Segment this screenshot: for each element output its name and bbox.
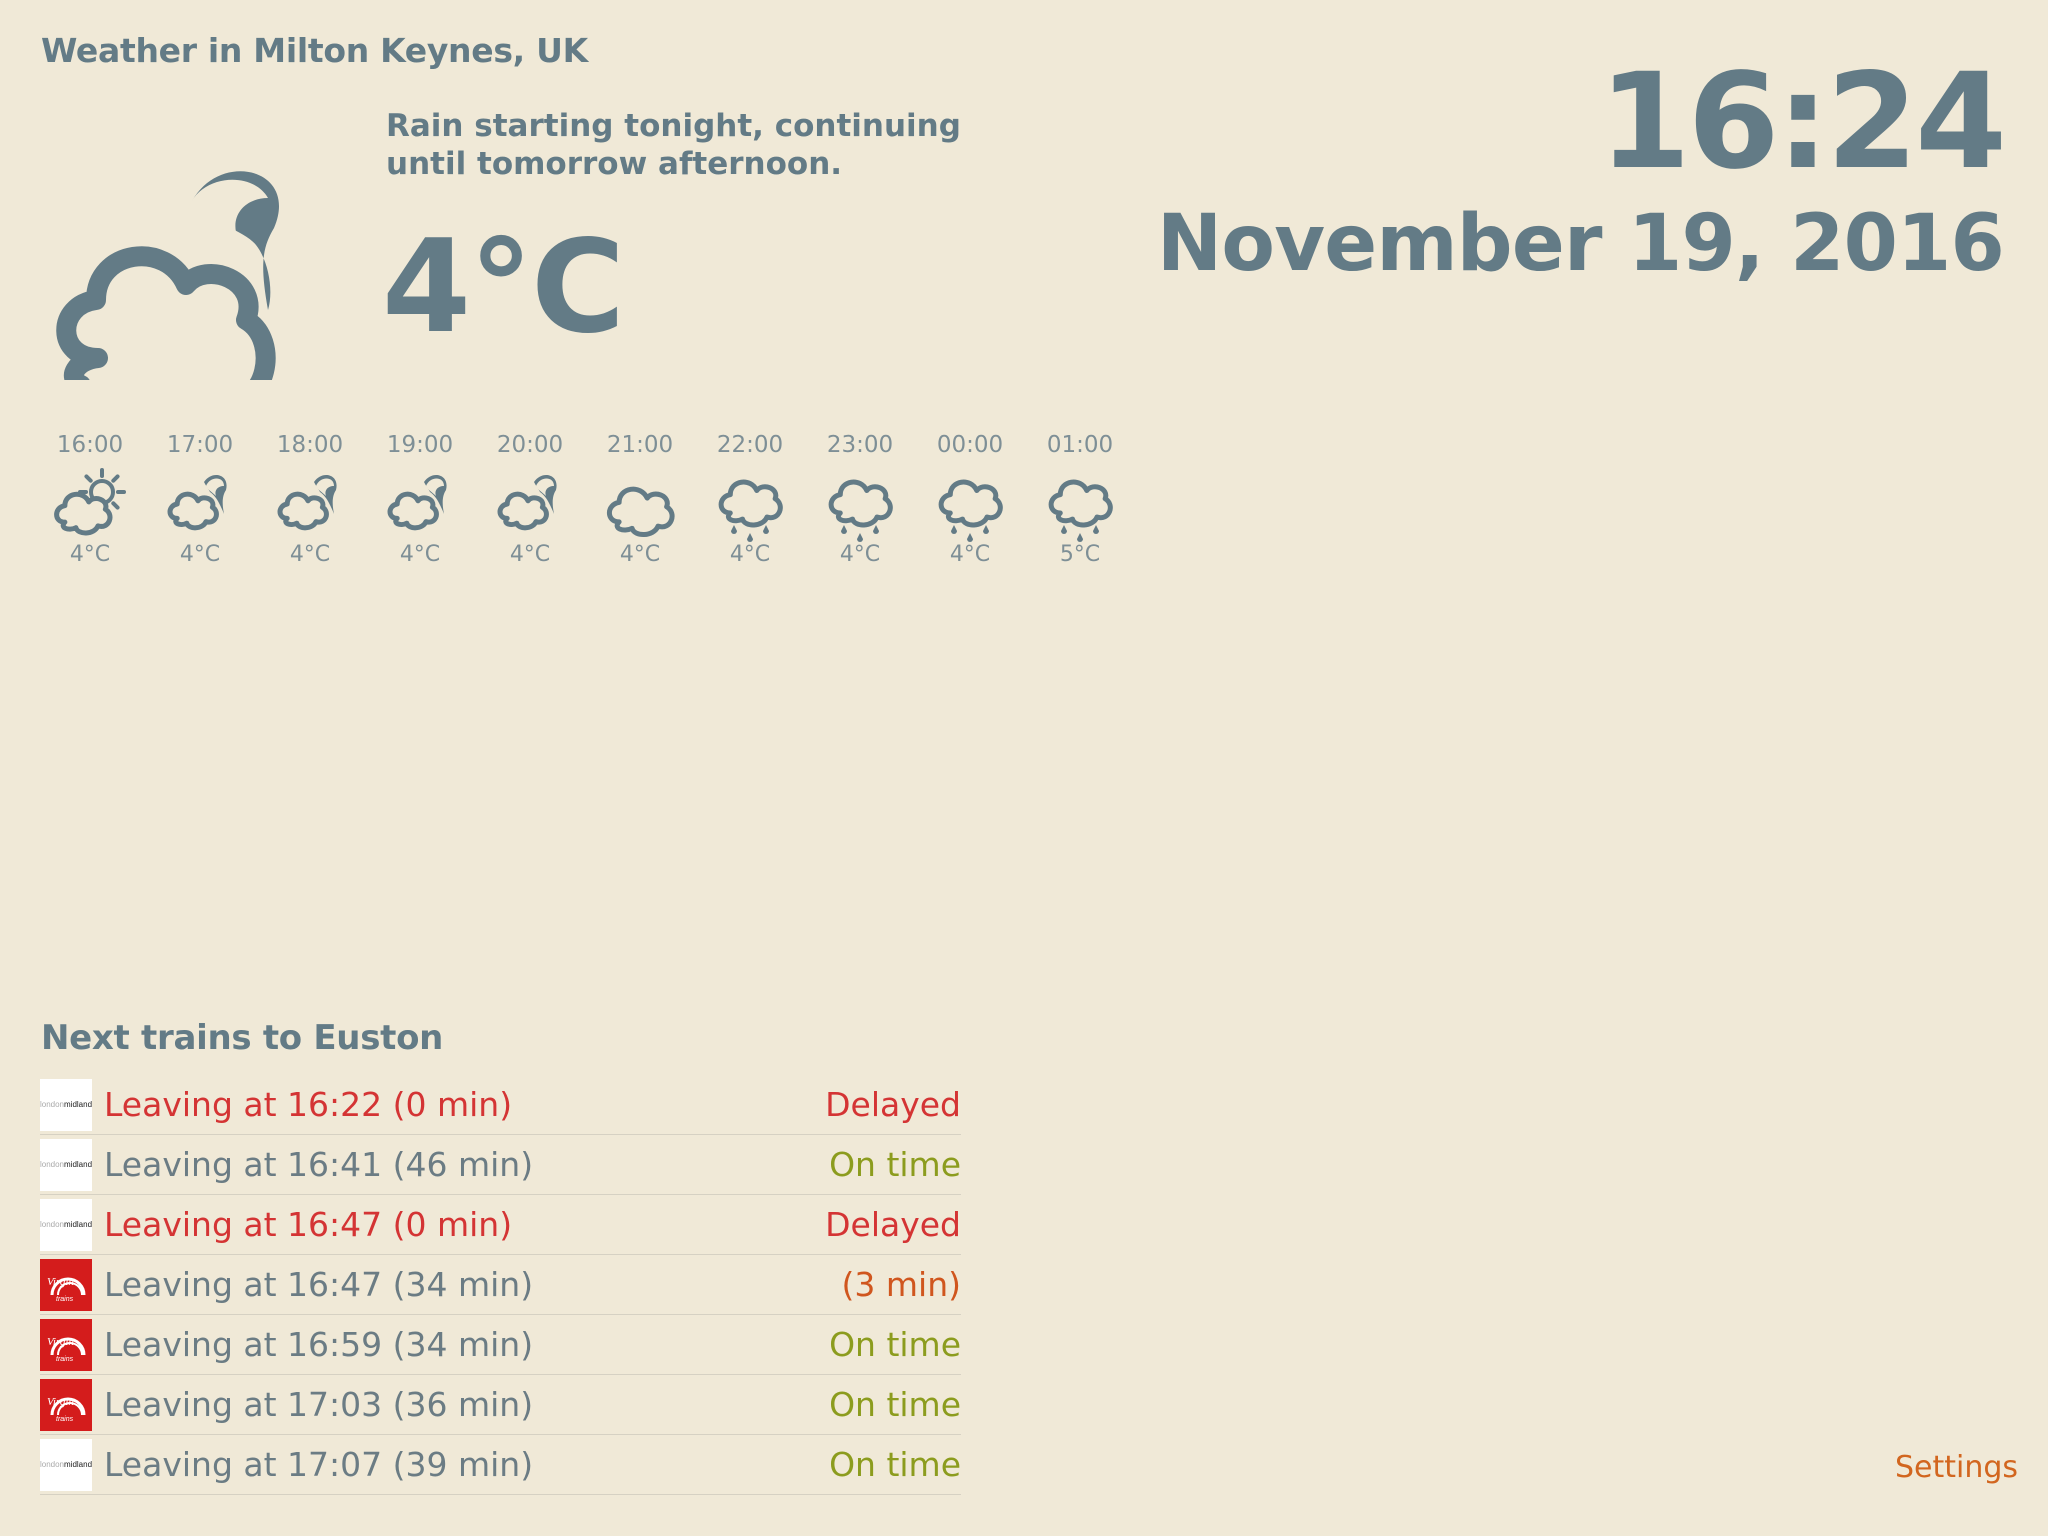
rain-icon: [828, 479, 893, 542]
hourly-time: 23:00: [826, 432, 894, 458]
hourly-time: 22:00: [716, 432, 784, 458]
train-departure: Leaving at 16:22 (0 min): [104, 1085, 513, 1124]
partly-cloudy-night-icon: [497, 475, 557, 531]
london-midland-logo-icon: londonmidland: [40, 1078, 92, 1131]
hourly-time: 16:00: [56, 432, 124, 458]
london-midland-logo-icon: londonmidland: [40, 1198, 92, 1251]
train-departure: Leaving at 16:47 (0 min): [104, 1205, 513, 1244]
train-row[interactable]: londonmidland Leaving at 17:07 (39 min) On…: [40, 1435, 961, 1495]
london-midland-logo-icon: londonmidland: [40, 1138, 92, 1191]
rain-icon: [1048, 479, 1113, 542]
rain-icon: [718, 479, 783, 542]
train-status: On time: [829, 1145, 961, 1184]
partly-cloudy-night-icon: [167, 475, 227, 531]
hourly-item: 19:00 4°C: [365, 428, 475, 568]
hourly-time: 20:00: [496, 432, 564, 458]
hourly-temp: 4°C: [399, 542, 441, 567]
settings-link[interactable]: Settings: [1895, 1450, 2018, 1485]
train-departure: Leaving at 16:59 (34 min): [104, 1325, 534, 1364]
partly-cloudy-night-icon: [56, 171, 280, 380]
rain-icon: [938, 479, 1003, 542]
train-row[interactable]: Virgin trains Leaving at 16:47 (34 min) (3 …: [40, 1255, 961, 1315]
train-status: On time: [829, 1445, 961, 1484]
hourly-temp: 4°C: [289, 542, 331, 567]
svg-text:trains: trains: [56, 1356, 74, 1363]
hourly-item: 17:00 4°C: [145, 428, 255, 568]
train-row[interactable]: londonmidland Leaving at 16:47 (0 min) Del…: [40, 1195, 961, 1255]
hourly-time: 00:00: [936, 432, 1004, 458]
hourly-temp: 4°C: [179, 542, 221, 567]
hourly-temp: 5°C: [1059, 542, 1101, 567]
hourly-forecast: 16:00 4°C 17:00 4°C 18:00 4°C 19:00 4°C 20:00 4°C…: [35, 428, 1135, 568]
hourly-item: 16:00 4°C: [35, 428, 145, 568]
hourly-item: 22:00 4°C: [695, 428, 805, 568]
partly-cloudy-day-icon: [54, 468, 126, 536]
hourly-item: 23:00 4°C: [805, 428, 915, 568]
hourly-item: 00:00 4°C: [915, 428, 1025, 568]
hourly-temp: 4°C: [839, 542, 881, 567]
hourly-temp: 4°C: [949, 542, 991, 567]
weather-summary: Rain starting tonight, continuing until …: [386, 108, 961, 182]
hourly-temp: 4°C: [69, 542, 111, 567]
train-departure: Leaving at 16:47 (34 min): [104, 1265, 534, 1304]
clock-time: 16:24: [1598, 45, 2007, 199]
train-departure: Leaving at 17:03 (36 min): [104, 1385, 534, 1424]
train-status: (3 min): [841, 1265, 961, 1304]
current-temperature: 4°C: [382, 213, 625, 362]
train-row[interactable]: londonmidland Leaving at 16:41 (46 min) On…: [40, 1135, 961, 1195]
hourly-time: 17:00: [166, 432, 234, 458]
hourly-item: 01:00 5°C: [1025, 428, 1135, 568]
train-list: londonmidland Leaving at 16:22 (0 min) Del…: [40, 1075, 961, 1495]
hourly-time: 21:00: [606, 432, 674, 458]
hourly-item: 21:00 4°C: [585, 428, 695, 568]
hourly-item: 18:00 4°C: [255, 428, 365, 568]
virgin-trains-logo-icon: Virgin trains: [40, 1378, 92, 1431]
train-row[interactable]: londonmidland Leaving at 16:22 (0 min) Del…: [40, 1075, 961, 1135]
hourly-time: 18:00: [276, 432, 344, 458]
trains-title: Next trains to Euston: [41, 1018, 444, 1058]
partly-cloudy-night-icon: [387, 475, 447, 531]
train-departure: Leaving at 17:07 (39 min): [104, 1445, 534, 1484]
train-status: Delayed: [825, 1085, 961, 1124]
hourly-time: 01:00: [1046, 432, 1114, 458]
hourly-item: 20:00 4°C: [475, 428, 585, 568]
london-midland-logo-icon: londonmidland: [40, 1438, 92, 1491]
train-row[interactable]: Virgin trains Leaving at 16:59 (34 min) On …: [40, 1315, 961, 1375]
virgin-trains-logo-icon: Virgin trains: [40, 1258, 92, 1311]
hourly-time: 19:00: [386, 432, 454, 458]
clock-date: November 19, 2016: [1156, 199, 2005, 289]
train-status: Delayed: [825, 1205, 961, 1244]
location-title: Weather in Milton Keynes, UK: [41, 31, 588, 70]
hourly-temp: 4°C: [509, 542, 551, 567]
svg-text:trains: trains: [56, 1296, 74, 1303]
train-row[interactable]: Virgin trains Leaving at 17:03 (36 min) On …: [40, 1375, 961, 1435]
virgin-trains-logo-icon: Virgin trains: [40, 1318, 92, 1371]
train-status: On time: [829, 1385, 961, 1424]
cloudy-icon: [606, 486, 675, 538]
hourly-temp: 4°C: [729, 542, 771, 567]
hourly-temp: 4°C: [619, 542, 661, 567]
partly-cloudy-night-icon: [277, 475, 337, 531]
svg-text:trains: trains: [56, 1416, 74, 1423]
train-status: On time: [829, 1325, 961, 1364]
train-departure: Leaving at 16:41 (46 min): [104, 1145, 534, 1184]
